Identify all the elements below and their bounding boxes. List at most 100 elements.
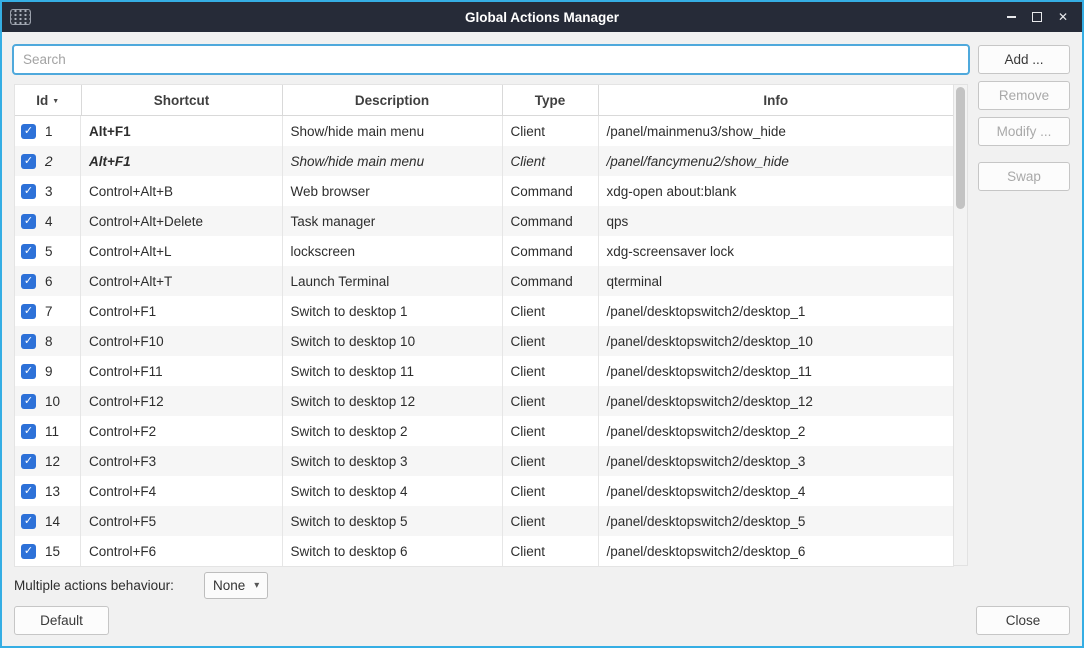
cell-info: /panel/desktopswitch2/desktop_6	[598, 536, 953, 566]
row-id: 5	[45, 244, 53, 259]
cell-description: Web browser	[282, 176, 502, 206]
cell-type: Client	[502, 296, 598, 326]
table-row[interactable]: ✓9Control+F11Switch to desktop 11Client/…	[15, 356, 953, 386]
row-checkbox[interactable]: ✓	[21, 544, 36, 559]
behaviour-label: Multiple actions behaviour:	[14, 573, 174, 599]
column-header-shortcut[interactable]: Shortcut	[81, 85, 282, 116]
modify-button[interactable]: Modify ...	[978, 117, 1070, 146]
table-row[interactable]: ✓5Control+Alt+LlockscreenCommandxdg-scre…	[15, 236, 953, 266]
row-id: 15	[45, 544, 60, 559]
cell-shortcut: Control+F4	[81, 476, 282, 506]
row-id: 2	[45, 154, 53, 169]
row-checkbox[interactable]: ✓	[21, 334, 36, 349]
cell-info: /panel/desktopswitch2/desktop_10	[598, 326, 953, 356]
cell-id: ✓9	[15, 356, 81, 386]
cell-type: Command	[502, 266, 598, 296]
cell-type: Client	[502, 326, 598, 356]
cell-shortcut: Control+F6	[81, 536, 282, 566]
cell-shortcut: Alt+F1	[81, 146, 282, 176]
swap-button[interactable]: Swap	[978, 162, 1070, 191]
table-row[interactable]: ✓4Control+Alt+DeleteTask managerCommandq…	[15, 206, 953, 236]
restore-button[interactable]	[1024, 2, 1050, 32]
behaviour-selected-value: None	[213, 578, 245, 593]
behaviour-select[interactable]: None ▾	[204, 572, 268, 599]
default-button[interactable]: Default	[14, 606, 109, 635]
column-label: Shortcut	[154, 93, 210, 108]
table-row[interactable]: ✓13Control+F4Switch to desktop 4Client/p…	[15, 476, 953, 506]
column-label: Info	[763, 93, 788, 108]
cell-type: Client	[502, 416, 598, 446]
row-checkbox[interactable]: ✓	[21, 184, 36, 199]
cell-id: ✓3	[15, 176, 81, 206]
table-row[interactable]: ✓7Control+F1Switch to desktop 1Client/pa…	[15, 296, 953, 326]
row-checkbox[interactable]: ✓	[21, 454, 36, 469]
cell-description: Switch to desktop 1	[282, 296, 502, 326]
cell-description: Switch to desktop 3	[282, 446, 502, 476]
cell-type: Client	[502, 116, 598, 147]
row-checkbox[interactable]: ✓	[21, 514, 36, 529]
row-checkbox[interactable]: ✓	[21, 214, 36, 229]
row-id: 11	[45, 424, 59, 439]
keyboard-app-icon	[10, 9, 31, 25]
cell-info: /panel/desktopswitch2/desktop_1	[598, 296, 953, 326]
cell-shortcut: Control+F11	[81, 356, 282, 386]
column-header-id[interactable]: Id▼	[15, 85, 81, 116]
row-id: 13	[45, 484, 60, 499]
cell-description: Switch to desktop 12	[282, 386, 502, 416]
table-row[interactable]: ✓10Control+F12Switch to desktop 12Client…	[15, 386, 953, 416]
minimize-button[interactable]	[998, 2, 1024, 32]
cell-shortcut: Control+F10	[81, 326, 282, 356]
row-checkbox[interactable]: ✓	[21, 484, 36, 499]
row-checkbox[interactable]: ✓	[21, 124, 36, 139]
cell-description: Switch to desktop 4	[282, 476, 502, 506]
row-checkbox[interactable]: ✓	[21, 274, 36, 289]
close-dialog-button[interactable]: Close	[976, 606, 1070, 635]
column-header-info[interactable]: Info	[598, 85, 953, 116]
cell-shortcut: Control+Alt+T	[81, 266, 282, 296]
table-row[interactable]: ✓12Control+F3Switch to desktop 3Client/p…	[15, 446, 953, 476]
row-checkbox[interactable]: ✓	[21, 244, 36, 259]
cell-type: Command	[502, 206, 598, 236]
table-row[interactable]: ✓1Alt+F1Show/hide main menuClient/panel/…	[15, 116, 953, 147]
cell-description: Show/hide main menu	[282, 146, 502, 176]
add-button[interactable]: Add ...	[978, 45, 1070, 74]
row-checkbox[interactable]: ✓	[21, 364, 36, 379]
vertical-scrollbar[interactable]	[953, 84, 968, 566]
titlebar[interactable]: Global Actions Manager ✕	[2, 2, 1082, 32]
cell-type: Command	[502, 236, 598, 266]
cell-description: lockscreen	[282, 236, 502, 266]
table-row[interactable]: ✓6Control+Alt+TLaunch TerminalCommandqte…	[15, 266, 953, 296]
cell-shortcut: Control+F1	[81, 296, 282, 326]
cell-info: qps	[598, 206, 953, 236]
cell-type: Client	[502, 356, 598, 386]
table-row[interactable]: ✓11Control+F2Switch to desktop 2Client/p…	[15, 416, 953, 446]
table-row[interactable]: ✓2Alt+F1Show/hide main menuClient/panel/…	[15, 146, 953, 176]
close-icon: ✕	[1058, 11, 1068, 23]
column-header-type[interactable]: Type	[502, 85, 598, 116]
table-row[interactable]: ✓3Control+Alt+BWeb browserCommandxdg-ope…	[15, 176, 953, 206]
table-row[interactable]: ✓14Control+F5Switch to desktop 5Client/p…	[15, 506, 953, 536]
column-header-description[interactable]: Description	[282, 85, 502, 116]
cell-info: xdg-screensaver lock	[598, 236, 953, 266]
row-checkbox[interactable]: ✓	[21, 304, 36, 319]
cell-info: /panel/desktopswitch2/desktop_5	[598, 506, 953, 536]
cell-type: Client	[502, 146, 598, 176]
table-row[interactable]: ✓8Control+F10Switch to desktop 10Client/…	[15, 326, 953, 356]
search-input[interactable]	[12, 44, 970, 75]
close-button[interactable]: ✕	[1050, 2, 1076, 32]
scrollbar-thumb[interactable]	[956, 87, 965, 209]
cell-shortcut: Alt+F1	[81, 116, 282, 147]
table-row[interactable]: ✓15Control+F6Switch to desktop 6Client/p…	[15, 536, 953, 566]
cell-id: ✓12	[15, 446, 81, 476]
cell-description: Launch Terminal	[282, 266, 502, 296]
cell-info: /panel/mainmenu3/show_hide	[598, 116, 953, 147]
cell-description: Switch to desktop 2	[282, 416, 502, 446]
cell-info: /panel/desktopswitch2/desktop_11	[598, 356, 953, 386]
row-checkbox[interactable]: ✓	[21, 424, 36, 439]
row-checkbox[interactable]: ✓	[21, 394, 36, 409]
remove-button[interactable]: Remove	[978, 81, 1070, 110]
chevron-down-icon: ▾	[254, 580, 259, 591]
column-label: Type	[535, 93, 566, 108]
cell-type: Command	[502, 176, 598, 206]
row-checkbox[interactable]: ✓	[21, 154, 36, 169]
